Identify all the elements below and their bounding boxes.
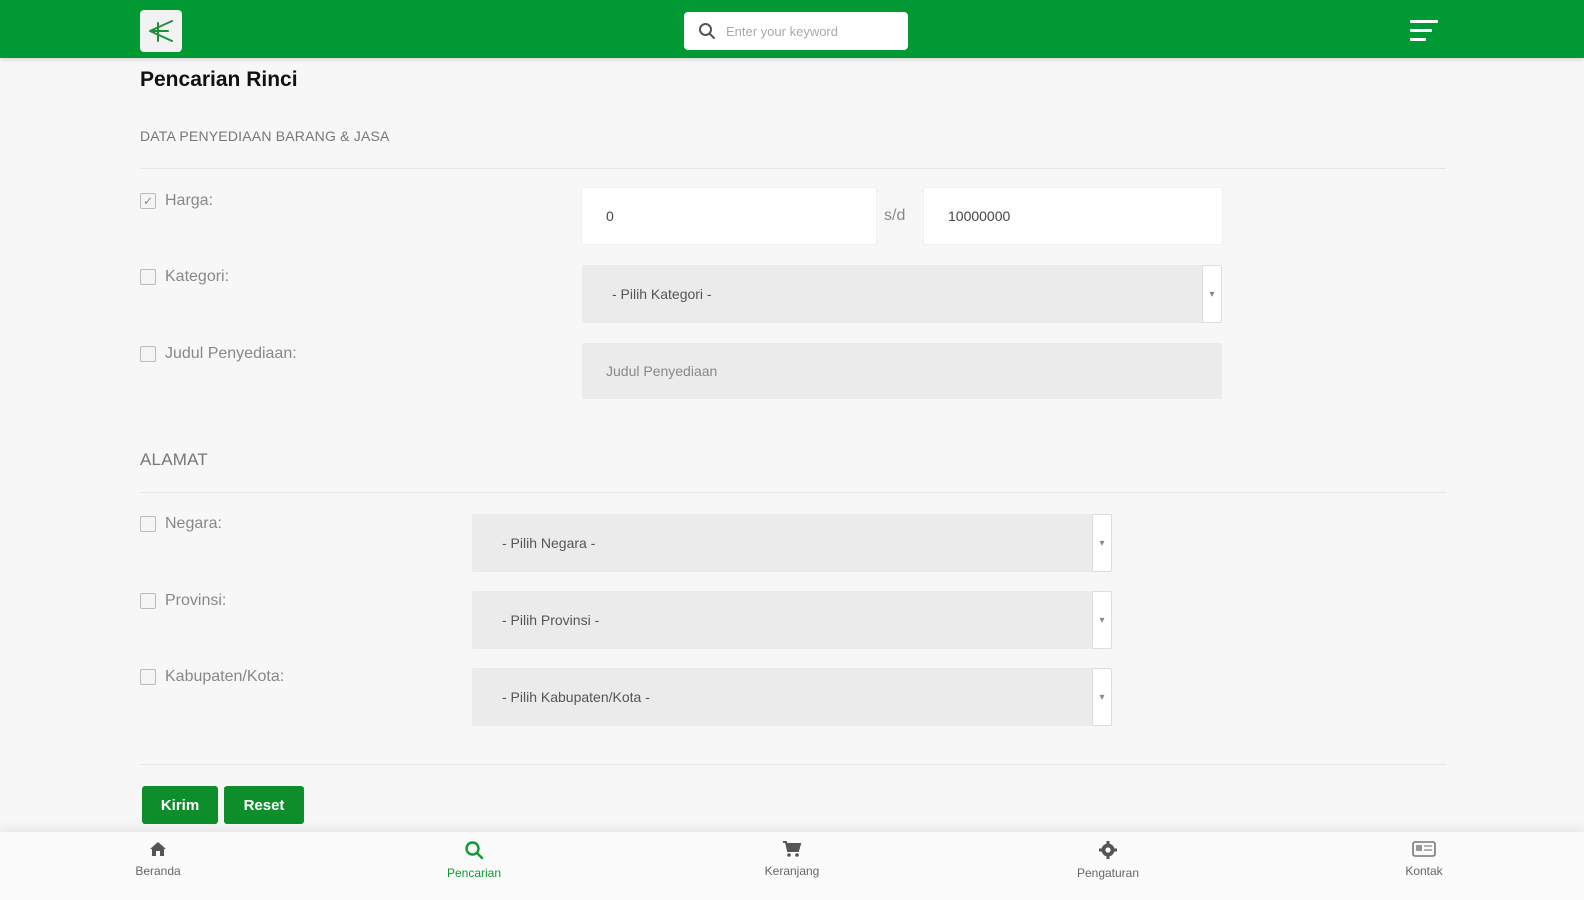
search-icon [465,841,484,860]
city-label: Kabupaten/Kota: [165,668,285,685]
category-select-value: - Pilih Kategori - [612,286,712,302]
nav-label-pencarian: Pencarian [446,866,502,880]
chevron-down-icon: ▾ [1092,668,1112,726]
nav-label-kontak: Kontak [1405,864,1443,878]
home-icon [150,842,166,856]
country-checkbox[interactable] [140,516,156,532]
section-divider [140,492,1446,493]
country-label: Negara: [165,515,222,532]
nav-label-beranda: Beranda [135,864,181,878]
category-label: Kategori: [165,268,230,285]
app-logo[interactable] [140,10,182,52]
section-title-goods: DATA PENYEDIAAN BARANG & JASA [140,128,390,144]
cart-icon [783,841,802,857]
nav-item-keranjang[interactable]: Keranjang [737,840,847,878]
page-title: Pencarian Rinci [140,68,298,91]
gear-icon [1099,841,1117,859]
title-label: Judul Penyediaan: [165,345,297,362]
form-divider [140,764,1446,765]
chevron-down-icon: ▾ [1092,591,1112,649]
nav-label-keranjang: Keranjang [764,864,820,878]
province-select-value: - Pilih Provinsi - [502,612,600,628]
category-checkbox[interactable] [140,269,156,285]
city-select[interactable]: - Pilih Kabupaten/Kota - ▾ [472,668,1112,726]
header-search-input[interactable] [726,23,896,39]
nav-item-beranda[interactable]: Beranda [103,840,213,878]
city-row-label: Kabupaten/Kota: [140,668,284,686]
nav-label-pengaturan: Pengaturan [1076,866,1140,880]
contact-card-icon [1412,841,1436,857]
category-row-label: Kategori: [140,268,229,286]
province-row-label: Provinsi: [140,592,226,610]
bottom-navbar: Beranda Pencarian Keranjang Pengaturan K… [0,832,1584,900]
country-select-value: - Pilih Negara - [502,535,596,551]
nav-item-kontak[interactable]: Kontak [1369,840,1479,878]
city-checkbox[interactable] [140,669,156,685]
price-label: Harga: [165,192,214,209]
city-select-value: - Pilih Kabupaten/Kota - [502,689,650,705]
hamburger-menu-icon[interactable] [1410,20,1440,42]
price-row-label: ✓ Harga: [140,192,213,210]
country-row-label: Negara: [140,515,222,533]
price-range-separator: s/d [884,207,906,224]
category-select[interactable]: - Pilih Kategori - ▾ [582,265,1222,323]
title-checkbox[interactable] [140,346,156,362]
top-navbar [0,0,1584,58]
price-checkbox[interactable]: ✓ [140,193,156,209]
province-select[interactable]: - Pilih Provinsi - ▾ [472,591,1112,649]
price-max-input[interactable] [924,188,1222,244]
section-title-address: ALAMAT [140,450,208,469]
nav-item-pengaturan[interactable]: Pengaturan [1053,840,1163,880]
province-label: Provinsi: [165,592,227,609]
header-search[interactable] [684,12,908,50]
country-select[interactable]: - Pilih Negara - ▾ [472,514,1112,572]
chevron-down-icon: ▾ [1202,265,1222,323]
province-checkbox[interactable] [140,593,156,609]
title-row-label: Judul Penyediaan: [140,345,297,363]
nav-item-pencarian[interactable]: Pencarian [419,840,529,880]
title-input[interactable] [582,343,1222,399]
chevron-down-icon: ▾ [1092,514,1112,572]
section-divider [140,168,1446,169]
reset-button[interactable]: Reset [224,786,304,824]
price-min-input[interactable] [582,188,876,244]
submit-button[interactable]: Kirim [142,786,218,824]
search-icon [699,23,715,39]
logo-icon [149,20,173,42]
